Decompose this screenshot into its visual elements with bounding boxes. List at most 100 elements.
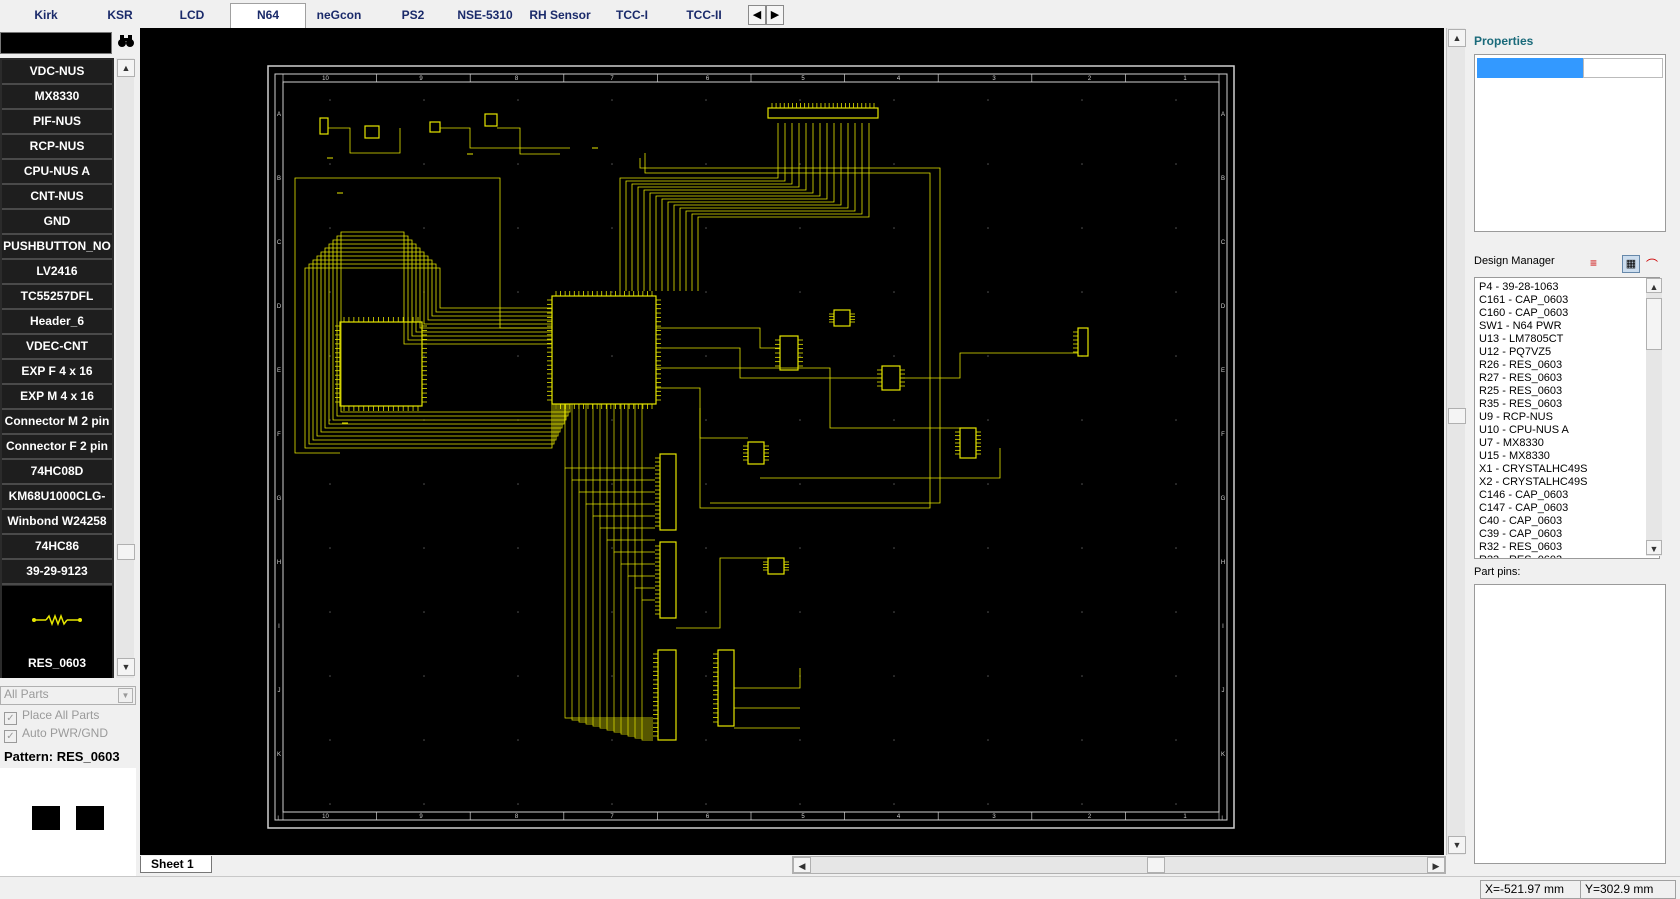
tab-tcc-ii[interactable]: TCC-II	[670, 4, 738, 26]
scroll-thumb[interactable]	[117, 544, 135, 560]
canvas-horizontal-scrollbar[interactable]: ◀ ▶	[792, 856, 1446, 874]
design-manager-item[interactable]: R35 - RES_0603	[1479, 398, 1562, 411]
part-item[interactable]: CNT-NUS	[2, 185, 112, 210]
border-bottom-label: 4	[897, 814, 901, 820]
design-manager-item[interactable]: C39 - CAP_0603	[1479, 528, 1562, 541]
part-search-input[interactable]	[0, 32, 112, 54]
design-manager-item[interactable]: P4 - 39-28-1063	[1479, 281, 1559, 294]
tab-kirk[interactable]: Kirk	[2, 4, 90, 26]
part-item[interactable]: 74HC86	[2, 535, 112, 560]
design-manager-item[interactable]: U9 - RCP-NUS	[1479, 411, 1553, 424]
part-item[interactable]: PUSHBUTTON_NO	[2, 235, 112, 260]
border-side-label: K	[277, 752, 281, 758]
chevron-down-icon[interactable]: ▼	[118, 688, 133, 703]
design-manager-item[interactable]: U13 - LM7805CT	[1479, 333, 1563, 346]
design-manager-item[interactable]: R32 - RES_0603	[1479, 541, 1562, 554]
scroll-thumb[interactable]	[1646, 298, 1662, 350]
tab-tcc-i[interactable]: TCC-I	[600, 4, 664, 26]
place-all-parts-checkbox[interactable]: ✓ Place All Parts	[4, 708, 99, 725]
part-item[interactable]: VDC-NUS	[2, 60, 112, 85]
border-bottom-label: 8	[515, 814, 519, 820]
net-icon[interactable]: ⌒	[1646, 256, 1662, 272]
scroll-left-icon[interactable]: ◀	[793, 857, 811, 873]
part-item[interactable]: TC55257DFL	[2, 285, 112, 310]
scroll-down-icon[interactable]: ▼	[117, 658, 135, 676]
resistor-symbol-icon	[32, 613, 82, 627]
property-value-field[interactable]	[1583, 58, 1663, 78]
part-item[interactable]: Connector F 2 pin	[2, 435, 112, 460]
part-item[interactable]: Connector M 2 pin	[2, 410, 112, 435]
design-manager-item[interactable]: C147 - CAP_0603	[1479, 502, 1568, 515]
sheet-outer-border	[267, 65, 1235, 829]
property-selected-field[interactable]	[1477, 58, 1583, 78]
scroll-up-icon[interactable]: ▲	[117, 59, 135, 77]
part-item[interactable]: EXP M 4 x 16	[2, 385, 112, 410]
part-pins-list[interactable]	[1474, 584, 1666, 864]
design-manager-item[interactable]: C40 - CAP_0603	[1479, 515, 1562, 528]
scroll-down-icon[interactable]: ▼	[1646, 540, 1662, 555]
auto-pwr-gnd-checkbox[interactable]: ✓ Auto PWR/GND	[4, 726, 108, 743]
tab-ksr[interactable]: KSR	[92, 4, 148, 26]
tab-rh-sensor[interactable]: RH Sensor	[522, 4, 598, 26]
tab-scroll-left-button[interactable]: ◀	[748, 5, 766, 25]
part-item[interactable]: CPU-NUS A	[2, 160, 112, 185]
part-filter-select[interactable]: All Parts ▼	[0, 686, 136, 705]
design-manager-item[interactable]: U12 - PQ7VZ5	[1479, 346, 1551, 359]
design-manager-item[interactable]: U15 - MX8330	[1479, 450, 1550, 463]
properties-panel	[1474, 54, 1666, 232]
tab-ps2[interactable]: PS2	[380, 4, 446, 26]
wire	[332, 239, 567, 421]
design-manager-item[interactable]: C161 - CAP_0603	[1479, 294, 1568, 307]
design-manager-item[interactable]: R25 - RES_0603	[1479, 385, 1562, 398]
chip-icon[interactable]: ▦	[1622, 255, 1640, 273]
tab-lcd[interactable]: LCD	[150, 4, 234, 26]
scroll-thumb[interactable]	[1448, 408, 1466, 424]
design-manager-scrollbar[interactable]: ▲ ▼	[1646, 278, 1662, 556]
design-manager-item[interactable]: X1 - CRYSTALHC49S	[1479, 463, 1587, 476]
design-manager-list[interactable]: P4 - 39-28-1063 C161 - CAP_0603 C160 - CAP…	[1474, 277, 1660, 559]
part-item[interactable]: RCP-NUS	[2, 135, 112, 160]
scroll-up-icon[interactable]: ▲	[1448, 29, 1466, 47]
design-manager-item[interactable]: R26 - RES_0603	[1479, 359, 1562, 372]
tab-scroll-right-button[interactable]: ▶	[766, 5, 784, 25]
design-manager-item[interactable]: U7 - MX8330	[1479, 437, 1544, 450]
wire	[685, 123, 856, 291]
component-list-icon[interactable]: ≡	[1590, 256, 1606, 272]
part-item[interactable]: 39-29-9123	[2, 560, 112, 585]
parts-list-scrollbar[interactable]: ▲ ▼	[116, 58, 135, 678]
part-item[interactable]: 74HC08D	[2, 460, 112, 485]
binoculars-icon[interactable]	[116, 34, 136, 50]
tab-negcon[interactable]: neGcon	[306, 4, 372, 26]
wire	[760, 448, 1001, 479]
tab-n64[interactable]: N64	[230, 3, 306, 28]
design-manager-item[interactable]: X2 - CRYSTALHC49S	[1479, 476, 1587, 489]
border-side-label: A	[277, 112, 281, 118]
design-manager-item[interactable]: U10 - CPU-NUS A	[1479, 424, 1569, 437]
part-item[interactable]: LV2416	[2, 260, 112, 285]
design-manager-item[interactable]: R27 - RES_0603	[1479, 372, 1562, 385]
schematic-canvas[interactable]: 10 9 8 7 6 5 4 3 2 1 10 9 8 7 6 5 4 3 2 1 A A B B C C D D E E F F G G H H I I…	[140, 28, 1444, 855]
border-bottom-label: 6	[706, 814, 710, 820]
canvas-vertical-scrollbar[interactable]: ▲ ▼	[1446, 28, 1466, 855]
border-side-label: H	[277, 560, 281, 566]
scroll-up-icon[interactable]: ▲	[1646, 278, 1662, 293]
scroll-right-icon[interactable]: ▶	[1427, 857, 1445, 873]
design-manager-item[interactable]: C146 - CAP_0603	[1479, 489, 1568, 502]
part-item[interactable]: Winbond W24258	[2, 510, 112, 535]
properties-title: Properties	[1474, 34, 1534, 48]
part-item[interactable]: VDEC-CNT	[2, 335, 112, 360]
scroll-thumb[interactable]	[1147, 857, 1165, 873]
sheet-tab[interactable]: Sheet 1	[140, 856, 212, 873]
pad-right	[76, 806, 104, 830]
part-item[interactable]: GND	[2, 210, 112, 235]
part-item[interactable]: EXP F 4 x 16	[2, 360, 112, 385]
design-manager-item[interactable]: SW1 - N64 PWR	[1479, 320, 1562, 333]
scroll-down-icon[interactable]: ▼	[1448, 836, 1466, 854]
part-item[interactable]: MX8330	[2, 85, 112, 110]
part-item[interactable]: KM68U1000CLG-8L	[2, 485, 112, 526]
design-manager-item[interactable]: R33 - RES_0603	[1479, 554, 1562, 558]
part-item[interactable]: Header_6	[2, 310, 112, 335]
design-manager-item[interactable]: C160 - CAP_0603	[1479, 307, 1568, 320]
tab-nse-5310[interactable]: NSE-5310	[450, 4, 520, 26]
part-item[interactable]: PIF-NUS	[2, 110, 112, 135]
